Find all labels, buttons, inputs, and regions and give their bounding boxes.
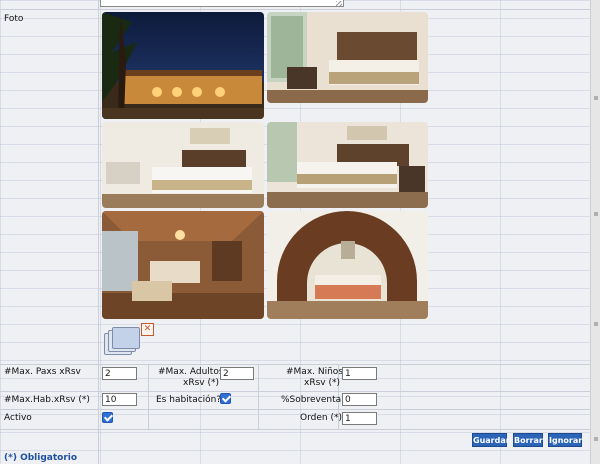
max-adultos-input[interactable]: 2 bbox=[220, 367, 254, 380]
photo-gallery-thumbnail[interactable] bbox=[104, 327, 140, 355]
gutter-marker bbox=[594, 212, 598, 216]
orden-label: Orden (*) bbox=[300, 413, 342, 423]
max-paxs-label: #Max. Paxs xRsv bbox=[4, 367, 81, 377]
gutter-marker bbox=[594, 322, 598, 326]
max-paxs-input[interactable]: 2 bbox=[102, 367, 137, 380]
row-divider bbox=[0, 409, 590, 410]
arched-wood-bedroom-photo bbox=[267, 211, 428, 319]
activo-label: Activo bbox=[4, 413, 32, 423]
row-divider bbox=[0, 391, 590, 392]
column-divider bbox=[258, 364, 259, 430]
row-divider bbox=[0, 9, 590, 10]
bedroom-window-photo bbox=[267, 12, 428, 103]
max-ninos-input[interactable]: 1 bbox=[342, 367, 377, 380]
wooden-cabin-bedroom-photo bbox=[102, 211, 264, 319]
guardar-button[interactable]: Guardar bbox=[472, 433, 510, 447]
max-hab-label: #Max.Hab.xRsv (*) bbox=[4, 395, 90, 405]
photo-arched-wood-bedroom[interactable] bbox=[267, 211, 428, 319]
sobreventa-label: %Sobreventa bbox=[281, 395, 342, 405]
max-adultos-label-line2: xRsv (*) bbox=[183, 378, 219, 388]
bedroom-artwork-photo bbox=[102, 122, 264, 208]
resize-grip-icon[interactable] bbox=[336, 1, 342, 6]
delete-photo-icon[interactable]: ✕ bbox=[141, 323, 154, 336]
row-divider bbox=[0, 364, 590, 365]
activo-checkbox[interactable] bbox=[102, 412, 113, 423]
image-icon bbox=[112, 327, 140, 349]
photo-bedroom-sofa[interactable] bbox=[267, 122, 428, 208]
photo-bedroom-window[interactable] bbox=[267, 12, 428, 103]
gutter-marker bbox=[594, 96, 598, 100]
photo-hotel-exterior[interactable] bbox=[102, 12, 264, 119]
hotel-exterior-night-photo bbox=[102, 12, 264, 119]
es-habitacion-checkbox[interactable] bbox=[220, 393, 231, 404]
photo-wooden-cabin-bedroom[interactable] bbox=[102, 211, 264, 319]
orden-input[interactable]: 1 bbox=[342, 412, 377, 425]
ignorar-button[interactable]: Ignorar bbox=[548, 433, 582, 447]
es-habitacion-label: Es habitación? bbox=[156, 395, 222, 405]
max-ninos-label-line2: xRsv (*) bbox=[304, 378, 340, 388]
required-footnote: (*) Obligatorio bbox=[4, 453, 78, 463]
sobreventa-input[interactable]: 0 bbox=[342, 393, 377, 406]
row-divider bbox=[0, 429, 590, 430]
form-panel: Foto ✕ #Max. Paxs xRsv 2 #Max. Adultos x… bbox=[0, 0, 590, 464]
gutter-marker bbox=[594, 437, 598, 441]
foto-label: Foto bbox=[4, 14, 24, 24]
photo-bedroom-artwork[interactable] bbox=[102, 122, 264, 208]
max-hab-input[interactable]: 10 bbox=[102, 393, 137, 406]
borrar-button[interactable]: Borrar bbox=[513, 433, 543, 447]
right-scroll-gutter[interactable] bbox=[590, 0, 600, 464]
column-divider bbox=[98, 0, 99, 464]
description-textarea[interactable] bbox=[100, 0, 344, 7]
max-adultos-label-line1: #Max. Adultos bbox=[158, 367, 224, 377]
bedroom-sofa-photo bbox=[267, 122, 428, 208]
max-ninos-label-line1: #Max. Niños bbox=[286, 367, 344, 377]
column-divider bbox=[148, 364, 149, 430]
